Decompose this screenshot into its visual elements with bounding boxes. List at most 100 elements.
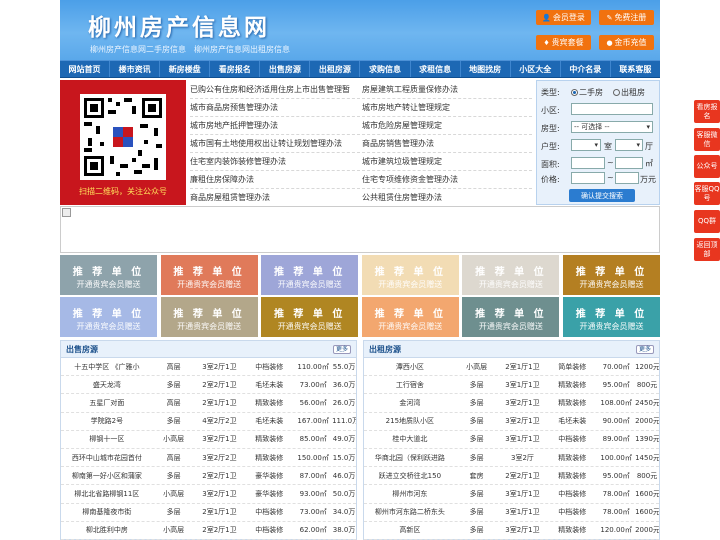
cell-0[interactable]: 工行宿舍 — [364, 380, 456, 390]
cell-0[interactable]: 柳南基隆夜市街 — [61, 507, 153, 517]
policy-link[interactable]: 城市建筑垃圾管理规定 — [362, 153, 532, 171]
cell-0[interactable]: 五星厂对面 — [61, 398, 153, 408]
policy-link[interactable]: 商品房销售管理办法 — [362, 135, 532, 153]
table-row[interactable]: 跃进立交桥往北150 套房 2室2厅1卫 精致装修 95.00㎡ 800元 — [364, 467, 659, 486]
policy-link[interactable]: 商品房屋租赁管理办法 — [190, 189, 360, 207]
room-select[interactable]: ▾ — [571, 139, 601, 151]
recommended-unit-card[interactable]: 推 荐 单 位开通贵宾会员赠送 — [361, 297, 459, 337]
sidebar-button-0[interactable]: 看房报名 — [694, 100, 720, 123]
cell-0[interactable]: 金河湾 — [364, 398, 456, 408]
vip-package-button[interactable]: ♦ 贵宾套餐 — [536, 35, 591, 50]
cell-0[interactable]: 十五中学区 《广雅小 — [61, 362, 153, 372]
sidebar-button-1[interactable]: 客服微信 — [694, 128, 720, 151]
table-row[interactable]: 潭西小区 小高层 2室1厅1卫 简单装修 70.00㎡ 1200元 — [364, 358, 659, 377]
policy-link[interactable]: 城市商品房预售管理办法 — [190, 99, 360, 117]
banner-ad[interactable] — [60, 206, 660, 253]
radio-second-hand[interactable]: 二手房 — [571, 87, 603, 98]
recommended-unit-card[interactable]: 推 荐 单 位开通贵宾会员赠送 — [160, 255, 258, 295]
recharge-button[interactable]: ● 金币充值 — [599, 35, 654, 50]
policy-link[interactable]: 房屋建筑工程质量保修办法 — [362, 81, 532, 99]
table-row[interactable]: 柳南基隆夜市街 多层 2室1厅1卫 中档装修 73.00㎡ 34.0万 — [61, 504, 356, 522]
policy-link[interactable]: 城市房地产抵押管理办法 — [190, 117, 360, 135]
house-type-select[interactable]: -- 可选择 -- ▾ — [571, 121, 653, 133]
login-button[interactable]: 👤 会员登录 — [536, 10, 591, 25]
recommended-unit-card[interactable]: 推 荐 单 位开通贵宾会员赠送 — [563, 255, 660, 295]
nav-item-4[interactable]: 出售房源 — [260, 61, 311, 77]
table-row[interactable]: 柳州市河东路二桥东头 多层 3室1厅1卫 中档装修 78.00㎡ 1600元 — [364, 504, 659, 522]
cell-0[interactable]: 柳州市河东路二桥东头 — [364, 507, 456, 517]
table-row[interactable]: 高新区 多层 3室2厅1卫 精致装修 120.00㎡ 2000元 — [364, 522, 659, 540]
nav-item-11[interactable]: 联系客服 — [611, 61, 660, 77]
table-row[interactable]: 215地质队小区 多层 3室2厅1卫 毛坯未装 90.00㎡ 2000元 — [364, 413, 659, 431]
nav-item-6[interactable]: 求购信息 — [360, 61, 411, 77]
table-row[interactable]: 工行宿舍 多层 3室1厅1卫 精致装修 95.00㎡ 800元 — [364, 376, 659, 395]
policy-link[interactable]: 城市危险房屋管理规定 — [362, 117, 532, 135]
cell-0[interactable]: 盛天龙湾 — [61, 380, 153, 390]
sale-more-button[interactable]: 更多 — [333, 345, 351, 354]
recommended-unit-card[interactable]: 推 荐 单 位开通贵宾会员赠送 — [563, 297, 660, 337]
recommended-unit-card[interactable]: 推 荐 单 位开通贵宾会员赠送 — [160, 297, 258, 337]
recommended-unit-card[interactable]: 推 荐 单 位开通贵宾会员赠送 — [60, 297, 157, 337]
table-row[interactable]: 华商北园（保利跃进路 多层 3室2厅 精致装修 100.00㎡ 1450元 — [364, 449, 659, 468]
nav-item-2[interactable]: 新房楼盘 — [160, 61, 211, 77]
radio-rent[interactable]: 出租房 — [613, 87, 645, 98]
table-row[interactable]: 盛天龙湾 多层 2室2厅1卫 毛坯未装 73.00㎡ 36.0万 — [61, 376, 356, 395]
table-row[interactable]: 西环中山城市花园首付 高层 3室2厅2卫 精致装修 150.00㎡ 15.0万 — [61, 449, 356, 468]
nav-item-8[interactable]: 地图找房 — [461, 61, 511, 77]
recommended-unit-card[interactable]: 推 荐 单 位开通贵宾会员赠送 — [462, 255, 560, 295]
table-row[interactable]: 学院路2号 多层 4室2厅2卫 毛坯未装 167.00㎡ 111.0万 — [61, 413, 356, 431]
sidebar-button-3[interactable]: 客服QQ号 — [694, 182, 720, 205]
table-row[interactable]: 十五中学区 《广雅小 高层 3室2厅1卫 中档装修 110.00㎡ 55.0万 — [61, 358, 356, 377]
nav-item-7[interactable]: 求租信息 — [411, 61, 461, 77]
cell-0[interactable]: 华商北园（保利跃进路 — [364, 453, 456, 463]
cell-0[interactable]: 学院路2号 — [61, 416, 153, 426]
search-submit-button[interactable]: 确认提交搜索 — [569, 189, 635, 202]
nav-item-3[interactable]: 看房报名 — [210, 61, 261, 77]
recommended-unit-card[interactable]: 推 荐 单 位开通贵宾会员赠送 — [261, 255, 359, 295]
nav-item-9[interactable]: 小区大全 — [511, 61, 561, 77]
nav-item-5[interactable]: 出租房源 — [310, 61, 361, 77]
policy-link[interactable]: 城市房地产转让管理规定 — [362, 99, 532, 117]
nav-item-0[interactable]: 网站首页 — [60, 61, 111, 77]
area-min-input[interactable] — [571, 157, 605, 169]
community-input[interactable] — [571, 103, 653, 115]
recommended-unit-card[interactable]: 推 荐 单 位开通贵宾会员赠送 — [261, 297, 359, 337]
site-title[interactable]: 柳州房产信息网 — [88, 8, 270, 42]
policy-link[interactable]: 住宅专项维修资金管理办法 — [362, 171, 532, 189]
cell-0[interactable]: 高新区 — [364, 525, 456, 535]
area-max-input[interactable] — [615, 157, 643, 169]
cell-0[interactable]: 桂中大道北 — [364, 434, 456, 444]
cell-0[interactable]: 柳钢十一区 — [61, 434, 153, 444]
cell-0[interactable]: 跃进立交桥往北150 — [364, 471, 456, 481]
register-button[interactable]: ✎ 免费注册 — [599, 10, 654, 25]
sidebar-button-2[interactable]: 公众号 — [694, 155, 720, 178]
table-row[interactable]: 柳州市河东 多层 3室1厅1卫 中档装修 78.00㎡ 1600元 — [364, 485, 659, 504]
policy-link[interactable]: 公共租赁住房管理办法 — [362, 189, 532, 207]
table-row[interactable]: 桂中大道北 多层 3室1厅1卫 中档装修 89.00㎡ 1390元 — [364, 431, 659, 449]
recommended-unit-card[interactable]: 推 荐 单 位开通贵宾会员赠送 — [361, 255, 459, 295]
table-row[interactable]: 柳钢十一区 小高层 3室2厅1卫 精致装修 85.00㎡ 49.0万 — [61, 431, 356, 449]
cell-0[interactable]: 柳北北省路柳钢11区 — [61, 489, 153, 499]
nav-item-1[interactable]: 楼市资讯 — [110, 61, 161, 77]
cell-0[interactable]: 柳北胜利中房 — [61, 525, 153, 535]
policy-link[interactable]: 住宅室内装饰装修管理办法 — [190, 153, 360, 171]
cell-0[interactable]: 西环中山城市花园首付 — [61, 453, 153, 463]
policy-link[interactable]: 已购公有住房和经济适用住房上市出售管理暂 — [190, 81, 360, 99]
table-row[interactable]: 柳北胜利中房 小高层 2室2厅1卫 中档装修 62.00㎡ 38.0万 — [61, 522, 356, 540]
cell-0[interactable]: 215地质队小区 — [364, 416, 456, 426]
nav-item-10[interactable]: 中介名录 — [561, 61, 611, 77]
sidebar-button-4[interactable]: QQ群 — [694, 210, 720, 233]
price-max-input[interactable] — [615, 172, 639, 184]
policy-link[interactable]: 廉租住房保障办法 — [190, 171, 360, 189]
cell-0[interactable]: 潭西小区 — [364, 362, 456, 372]
recommended-unit-card[interactable]: 推 荐 单 位开通贵宾会员赠送 — [462, 297, 560, 337]
recommended-unit-card[interactable]: 推 荐 单 位开通贵宾会员赠送 — [60, 255, 157, 295]
table-row[interactable]: 五星厂对面 高层 2室1厅1卫 精致装修 56.00㎡ 26.0万 — [61, 394, 356, 413]
rent-more-button[interactable]: 更多 — [636, 345, 654, 354]
policy-link[interactable]: 城市国有土地使用权出让转让规划管理办法 — [190, 135, 360, 153]
cell-0[interactable]: 柳州市河东 — [364, 489, 456, 499]
table-row[interactable]: 金河湾 多层 3室2厅1卫 精致装修 108.00㎡ 2450元 — [364, 394, 659, 413]
cell-0[interactable]: 柳南第一好小区和蒲家 — [61, 471, 153, 481]
hall-select[interactable]: ▾ — [615, 139, 643, 151]
price-min-input[interactable] — [571, 172, 605, 184]
